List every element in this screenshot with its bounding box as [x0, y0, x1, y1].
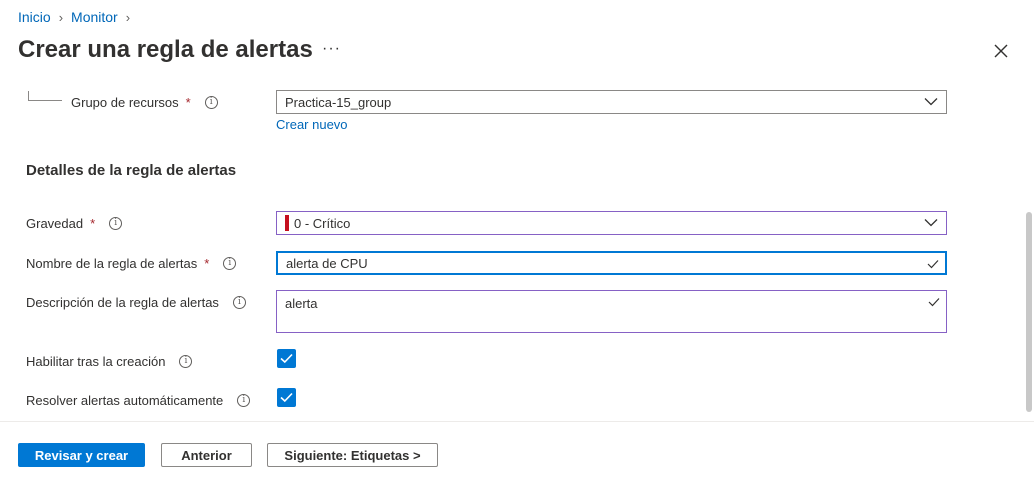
info-icon[interactable]: i — [179, 355, 193, 368]
breadcrumb: Inicio › Monitor › — [18, 9, 130, 25]
info-icon[interactable]: i — [237, 394, 251, 407]
rule-name-input[interactable]: alerta de CPU — [276, 251, 947, 275]
more-options-icon[interactable]: ··· — [322, 40, 341, 58]
info-icon[interactable]: i — [223, 257, 237, 270]
description-textarea[interactable]: alerta — [276, 290, 947, 333]
next-tags-button[interactable]: Siguiente: Etiquetas > — [267, 443, 438, 467]
checkmark-icon — [928, 298, 940, 307]
info-icon[interactable]: i — [109, 217, 123, 230]
chevron-down-icon — [924, 98, 938, 106]
checkmark-icon — [927, 260, 939, 269]
rule-name-label: Nombre de la regla de alertas * i — [26, 256, 237, 271]
info-icon[interactable]: i — [232, 296, 246, 309]
breadcrumb-home-link[interactable]: Inicio — [18, 9, 51, 25]
scrollbar-thumb[interactable] — [1026, 212, 1032, 412]
resource-group-label: Grupo de recursos * i — [71, 95, 218, 110]
enable-on-create-checkbox[interactable] — [277, 349, 296, 368]
chevron-right-icon: › — [125, 9, 131, 25]
description-label: Descripción de la regla de alertas i — [26, 295, 246, 310]
section-title: Detalles de la regla de alertas — [26, 162, 237, 179]
previous-button[interactable]: Anterior — [161, 443, 252, 467]
review-create-button[interactable]: Revisar y crear — [18, 443, 145, 467]
severity-label: Gravedad * i — [26, 216, 123, 231]
breadcrumb-monitor-link[interactable]: Monitor — [71, 9, 118, 25]
create-new-link[interactable]: Crear nuevo — [276, 117, 348, 132]
severity-select[interactable]: 0 - Crítico — [276, 211, 947, 235]
page-title: Crear una regla de alertas — [18, 36, 313, 63]
footer-divider — [0, 421, 1034, 422]
tree-connector — [28, 91, 62, 101]
chevron-down-icon — [924, 219, 938, 227]
severity-indicator — [285, 215, 289, 231]
enable-on-create-label: Habilitar tras la creación i — [26, 354, 193, 369]
info-icon[interactable]: i — [204, 96, 218, 109]
checkmark-icon — [280, 353, 293, 364]
checkmark-icon — [280, 392, 293, 403]
form-content: Grupo de recursos * i Practica-15_group C… — [0, 76, 1024, 421]
chevron-right-icon: › — [58, 9, 64, 25]
auto-resolve-checkbox[interactable] — [277, 388, 296, 407]
resource-group-select[interactable]: Practica-15_group — [276, 90, 947, 114]
auto-resolve-label: Resolver alertas automáticamente i — [26, 393, 251, 408]
close-icon[interactable] — [990, 40, 1012, 62]
